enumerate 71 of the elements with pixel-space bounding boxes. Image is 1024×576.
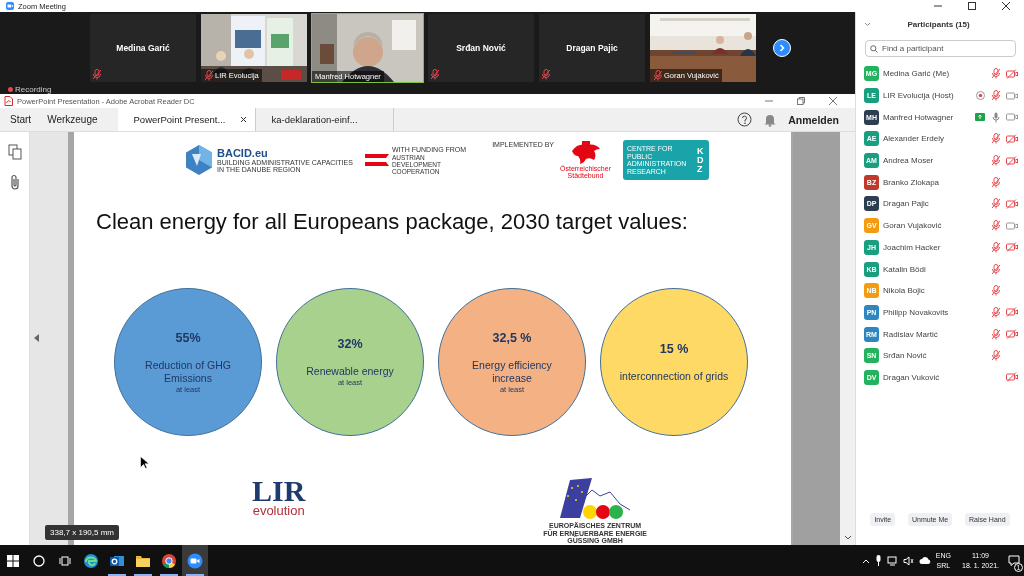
participant-name[interactable]: Goran Vujaković [883, 221, 970, 231]
collapse-arrow-icon[interactable] [34, 334, 40, 342]
restore-icon[interactable] [797, 97, 805, 105]
logo-text: LIR [252, 478, 306, 505]
windows-start-icon[interactable] [7, 554, 19, 567]
participant-name[interactable]: Dragan Vuković [883, 372, 970, 382]
target-label: interconnection of grids [619, 369, 729, 383]
panel-title: Participants (15) [906, 19, 971, 29]
participant-name[interactable]: Katalin Bödi [883, 264, 970, 274]
participant-name[interactable]: Andrea Moser [883, 156, 970, 166]
logo-text: BACID.eu [217, 146, 269, 159]
page-size-tooltip: 338,7 x 190,5 mm [45, 525, 120, 540]
logo-text: KDZ [696, 146, 705, 174]
recording-label: Recording [15, 84, 52, 94]
chevron-right-icon [778, 44, 786, 52]
participant-name[interactable]: Joachim Hacker [883, 242, 970, 252]
volume-icon[interactable] [902, 555, 914, 566]
participant-name[interactable]: LIR Evolucija (Host) [883, 91, 970, 101]
search-icon[interactable] [33, 554, 45, 567]
task-view-icon[interactable] [59, 554, 71, 567]
logo-text: evolution [252, 504, 305, 518]
participant-name: Srđan Nović [456, 43, 506, 53]
next-page-button[interactable] [773, 39, 791, 57]
search-field[interactable]: Find a participant [865, 40, 1016, 57]
minimize-icon[interactable] [934, 2, 942, 10]
bell-icon[interactable] [764, 112, 777, 127]
close-icon[interactable] [1002, 2, 1010, 10]
target-label: Reduction of GHG Emissions [144, 358, 232, 385]
record-dot-icon [8, 86, 13, 92]
participant-name[interactable]: Radislav Martić [883, 329, 970, 339]
chat-bubble-icon [1008, 554, 1020, 566]
participant-name[interactable]: Dragan Pajic [883, 199, 970, 209]
document-tab[interactable]: PowerPoint Present... [117, 108, 256, 131]
collapse-chevron-icon[interactable] [864, 21, 871, 27]
maximize-icon[interactable] [968, 2, 976, 10]
scroll-down-icon[interactable] [843, 535, 852, 541]
cloud-icon[interactable] [918, 556, 931, 565]
network-icon[interactable] [886, 555, 898, 566]
participant-name[interactable]: Srđan Nović [883, 351, 970, 361]
target-value: 55% [175, 330, 201, 345]
cursor-icon [140, 456, 149, 469]
sign-in-link[interactable]: Anmelden [788, 113, 839, 126]
participant-name[interactable]: Nikola Bojic [883, 286, 970, 296]
target-value: 32% [337, 337, 363, 352]
flag-stripes-icon [364, 153, 389, 168]
target-label: Renewable energy [306, 365, 394, 379]
paperclip-icon[interactable] [8, 174, 21, 190]
search-icon [870, 44, 878, 53]
participant-name: Medina Garić [116, 43, 170, 53]
video-app-icon[interactable] [187, 552, 203, 569]
participant-name: Dragan Pajic [566, 43, 618, 53]
participant-name[interactable]: Manfred Hotwagner [883, 112, 970, 122]
target-value: 15 % [659, 341, 689, 356]
participant-name[interactable]: Philipp Novakovits [883, 307, 970, 317]
nav-link[interactable]: Start [0, 108, 38, 131]
chevron-up-icon[interactable] [861, 557, 870, 564]
zoom-logo-icon [6, 2, 14, 10]
microphone-icon[interactable] [874, 555, 882, 566]
hexagon-logo-icon [184, 144, 214, 177]
slide-title: Clean energy for all Europeans package, 2030 target values: [95, 207, 689, 236]
chrome-browser-icon[interactable] [161, 552, 177, 569]
target-label: Energy efficiency increase [471, 358, 553, 385]
nav-link[interactable]: Werkzeuge [37, 108, 104, 131]
help-icon[interactable] [737, 112, 753, 127]
participant-name[interactable]: Alexander Erdely [883, 134, 970, 144]
target-value: 32,5 % [492, 330, 532, 345]
close-icon[interactable] [239, 116, 247, 123]
participant-name[interactable]: Medina Garić (Me) [883, 69, 970, 79]
copy-pages-icon[interactable] [7, 144, 22, 160]
edge-browser-icon[interactable] [83, 552, 99, 569]
participant-name[interactable]: Branko Zlokapa [883, 177, 970, 187]
